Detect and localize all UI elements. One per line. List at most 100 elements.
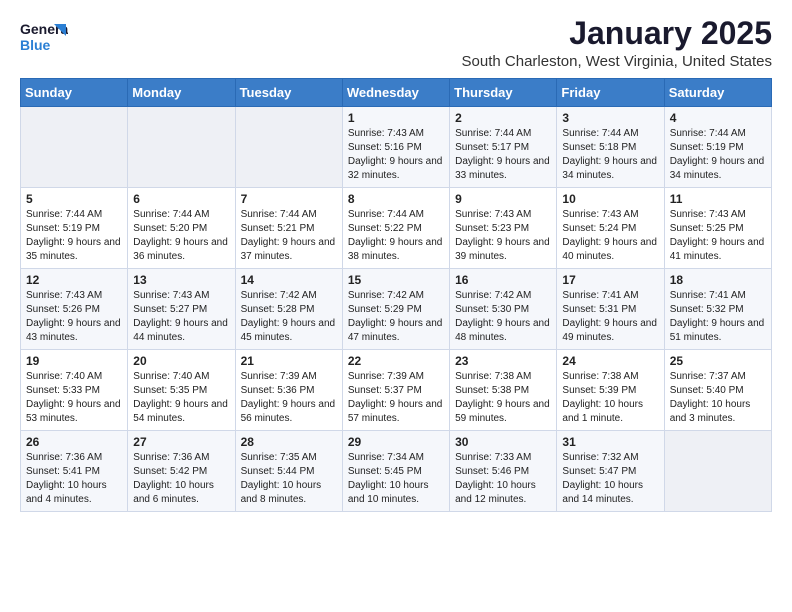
day-info-line: Sunset: 5:18 PM: [562, 142, 636, 153]
day-info-line: Sunrise: 7:32 AM: [562, 452, 638, 463]
day-number: 20: [133, 354, 229, 368]
day-cell: 3 Sunrise: 7:44 AM Sunset: 5:18 PM Daylight…: [557, 107, 664, 188]
day-info-line: Daylight: 10 hours and 8 minutes.: [241, 480, 322, 505]
day-cell: 1Sunrise: 7:43 AMSunset: 5:16 PMDaylight…: [342, 107, 449, 188]
day-info-line: Daylight: 9 hours and 40 minutes.: [562, 237, 657, 262]
day-header-thursday: Thursday: [450, 79, 557, 107]
day-info-line: Sunset: 5:38 PM: [455, 385, 529, 396]
day-cell: 29Sunrise: 7:34 AMSunset: 5:45 PMDayligh…: [342, 431, 449, 512]
day-info-line: Daylight: 9 hours and 33 minutes.: [455, 156, 550, 181]
day-info-line: Sunrise: 7:44 AM: [562, 128, 638, 139]
day-info-line: Daylight: 10 hours and 4 minutes.: [26, 480, 107, 505]
day-info-line: Daylight: 10 hours and 14 minutes.: [562, 480, 643, 505]
day-cell: 4Sunrise: 7:44 AMSunset: 5:19 PMDaylight…: [664, 107, 771, 188]
day-info-line: Sunset: 5:45 PM: [348, 466, 422, 477]
day-info-line: Sunset: 5:25 PM: [670, 223, 744, 234]
day-number: 16: [455, 273, 551, 287]
day-info-line: Sunrise: 7:38 AM: [455, 371, 531, 382]
day-info: Sunrise: 7:34 AMSunset: 5:45 PMDaylight:…: [348, 451, 444, 507]
day-info-line: Sunrise: 7:33 AM: [455, 452, 531, 463]
day-info-line: Sunrise: 7:43 AM: [562, 209, 638, 220]
day-info: Sunrise: 7:43 AMSunset: 5:25 PMDaylight:…: [670, 208, 766, 264]
calendar-title: January 2025: [462, 16, 772, 51]
day-info-line: Sunrise: 7:43 AM: [26, 290, 102, 301]
day-number: 10: [562, 192, 658, 206]
day-info-line: Sunrise: 7:40 AM: [133, 371, 209, 382]
page-container: General Blue January 2025 South Charlest…: [0, 0, 792, 528]
day-info-line: Sunset: 5:37 PM: [348, 385, 422, 396]
day-info: Sunrise: 7:43 AMSunset: 5:23 PMDaylight:…: [455, 208, 551, 264]
day-info-line: Daylight: 9 hours and 32 minutes.: [348, 156, 443, 181]
day-cell: [128, 107, 235, 188]
day-info-line: Sunset: 5:28 PM: [241, 304, 315, 315]
day-info-line: Daylight: 9 hours and 38 minutes.: [348, 237, 443, 262]
day-info-line: Daylight: 9 hours and 57 minutes.: [348, 399, 443, 424]
day-info-line: Sunrise: 7:43 AM: [348, 128, 424, 139]
day-info-line: Daylight: 9 hours and 48 minutes.: [455, 318, 550, 343]
day-info-line: Daylight: 10 hours and 3 minutes.: [670, 399, 751, 424]
day-info-line: Daylight: 10 hours and 6 minutes.: [133, 480, 214, 505]
day-number: 5: [26, 192, 122, 206]
day-info-line: Sunrise: 7:41 AM: [670, 290, 746, 301]
day-number: 9: [455, 192, 551, 206]
day-info-line: Sunset: 5:30 PM: [455, 304, 529, 315]
day-info: Sunrise: 7:36 AMSunset: 5:41 PMDaylight:…: [26, 451, 122, 507]
day-info-line: Daylight: 9 hours and 44 minutes.: [133, 318, 228, 343]
day-cell: 31 Sunrise: 7:32 AMSunset: 5:47 PMDayligh…: [557, 431, 664, 512]
day-number: 6: [133, 192, 229, 206]
day-cell: 2Sunrise: 7:44 AMSunset: 5:17 PMDaylight…: [450, 107, 557, 188]
day-cell: [21, 107, 128, 188]
day-number: 14: [241, 273, 337, 287]
day-number: 3: [562, 111, 658, 125]
day-info-line: Daylight: 9 hours and 34 minutes.: [670, 156, 765, 181]
day-info-line: Daylight: 9 hours and 34 minutes.: [562, 156, 657, 181]
day-cell: 21Sunrise: 7:39 AMSunset: 5:36 PMDayligh…: [235, 350, 342, 431]
day-info-line: Daylight: 9 hours and 53 minutes.: [26, 399, 121, 424]
day-cell: [235, 107, 342, 188]
week-row-1: 1Sunrise: 7:43 AMSunset: 5:16 PMDaylight…: [21, 107, 772, 188]
day-header-tuesday: Tuesday: [235, 79, 342, 107]
day-cell: 16 Sunrise: 7:42 AMSunset: 5:30 PMDayligh…: [450, 269, 557, 350]
day-cell: 22Sunrise: 7:39 AMSunset: 5:37 PMDayligh…: [342, 350, 449, 431]
day-cell: 17Sunrise: 7:41 AMSunset: 5:31 PMDayligh…: [557, 269, 664, 350]
day-info-line: Daylight: 10 hours and 12 minutes.: [455, 480, 536, 505]
day-info: Sunrise: 7:43 AMSunset: 5:26 PMDaylight:…: [26, 289, 122, 345]
day-number: 13: [133, 273, 229, 287]
day-info-line: Sunrise: 7:37 AM: [670, 371, 746, 382]
svg-text:Blue: Blue: [20, 37, 51, 53]
day-info: Sunrise: 7:40 AMSunset: 5:35 PMDaylight:…: [133, 370, 229, 426]
day-info-line: Sunset: 5:24 PM: [562, 223, 636, 234]
day-info-line: Sunset: 5:42 PM: [133, 466, 207, 477]
day-info-line: Sunset: 5:35 PM: [133, 385, 207, 396]
day-info-line: Sunrise: 7:41 AM: [562, 290, 638, 301]
day-info-line: Sunset: 5:29 PM: [348, 304, 422, 315]
day-info-line: Sunrise: 7:35 AM: [241, 452, 317, 463]
day-info: Sunrise: 7:44 AMSunset: 5:22 PMDaylight:…: [348, 208, 444, 264]
day-info-line: Sunrise: 7:44 AM: [26, 209, 102, 220]
day-info: Sunrise: 7:44 AMSunset: 5:20 PMDaylight:…: [133, 208, 229, 264]
day-info-line: Sunrise: 7:43 AM: [133, 290, 209, 301]
day-info: Sunrise: 7:42 AMSunset: 5:30 PMDaylight:…: [455, 289, 551, 345]
day-info: Sunrise: 7:32 AMSunset: 5:47 PMDaylight:…: [562, 451, 658, 507]
day-info-line: Sunrise: 7:43 AM: [455, 209, 531, 220]
calendar-subtitle: South Charleston, West Virginia, United …: [462, 53, 772, 70]
day-info-line: Daylight: 9 hours and 51 minutes.: [670, 318, 765, 343]
day-info: Sunrise: 7:39 AMSunset: 5:37 PMDaylight:…: [348, 370, 444, 426]
day-cell: 13Sunrise: 7:43 AMSunset: 5:27 PMDayligh…: [128, 269, 235, 350]
day-info-line: Daylight: 9 hours and 36 minutes.: [133, 237, 228, 262]
day-info-line: Sunset: 5:31 PM: [562, 304, 636, 315]
day-info-line: Sunset: 5:23 PM: [455, 223, 529, 234]
day-header-monday: Monday: [128, 79, 235, 107]
day-info-line: Sunrise: 7:44 AM: [455, 128, 531, 139]
logo-icon: General Blue: [20, 16, 68, 60]
day-info-line: Sunset: 5:32 PM: [670, 304, 744, 315]
day-cell: 7Sunrise: 7:44 AMSunset: 5:21 PMDaylight…: [235, 188, 342, 269]
day-info-line: Sunset: 5:20 PM: [133, 223, 207, 234]
day-number: 31: [562, 435, 658, 449]
day-info: Sunrise: 7:35 AMSunset: 5:44 PMDaylight:…: [241, 451, 337, 507]
day-info-line: Sunrise: 7:36 AM: [133, 452, 209, 463]
day-number: 15: [348, 273, 444, 287]
day-info-line: Sunrise: 7:40 AM: [26, 371, 102, 382]
day-info: Sunrise: 7:41 AMSunset: 5:31 PMDaylight:…: [562, 289, 658, 345]
day-info: Sunrise: 7:44 AMSunset: 5:21 PMDaylight:…: [241, 208, 337, 264]
